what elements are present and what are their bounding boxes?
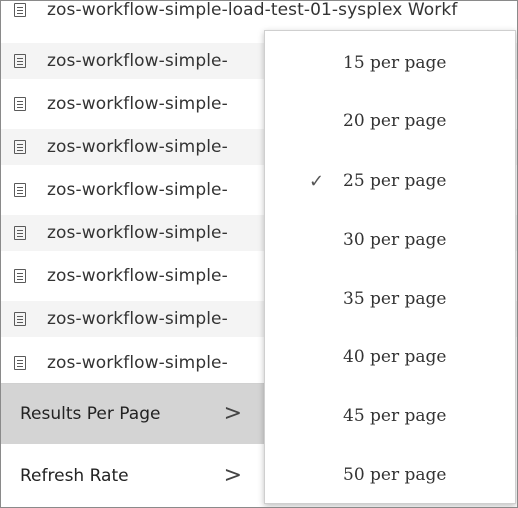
option-15-per-page[interactable]: 15 per page — [265, 43, 515, 83]
option-45-per-page[interactable]: 45 per page — [265, 396, 515, 436]
list-document-icon — [14, 269, 26, 283]
results-per-page-dropdown: 15 per page 20 per page ✓ 25 per page 30… — [264, 30, 516, 504]
option-label: 25 per page — [343, 171, 447, 191]
workflow-name[interactable]: zos-workflow-simple- — [47, 223, 228, 243]
option-40-per-page[interactable]: 40 per page — [265, 337, 515, 377]
list-document-icon — [14, 226, 26, 240]
list-document-icon — [14, 312, 26, 326]
option-35-per-page[interactable]: 35 per page — [265, 279, 515, 319]
workflow-name[interactable]: zos-workflow-simple- — [47, 353, 228, 373]
list-document-icon — [14, 183, 26, 197]
option-50-per-page[interactable]: 50 per page — [265, 455, 515, 495]
option-label: 15 per page — [343, 53, 447, 73]
settings-submenu: Results Per Page > Refresh Rate > — [1, 383, 264, 507]
option-label: 45 per page — [343, 406, 447, 426]
menu-item-label: Results Per Page — [20, 404, 161, 424]
list-document-icon — [14, 140, 26, 154]
option-20-per-page[interactable]: 20 per page — [265, 101, 515, 141]
workflow-name[interactable]: zos-workflow-simple- — [47, 266, 228, 286]
table-row[interactable]: zos-workflow-simple-load-test-01-sysplex… — [1, 1, 517, 28]
workflow-name[interactable]: zos-workflow-simple- — [47, 180, 228, 200]
option-30-per-page[interactable]: 30 per page — [265, 220, 515, 260]
option-label: 35 per page — [343, 289, 447, 309]
option-label: 50 per page — [343, 465, 447, 485]
list-document-icon — [14, 356, 26, 370]
option-25-per-page[interactable]: ✓ 25 per page — [265, 161, 515, 201]
option-label: 30 per page — [343, 230, 447, 250]
checkmark-icon: ✓ — [309, 170, 325, 192]
menu-item-label: Refresh Rate — [20, 466, 129, 486]
workflow-name[interactable]: zos-workflow-simple-load-test-01-sysplex… — [47, 1, 457, 20]
list-document-icon — [14, 3, 26, 17]
option-label: 40 per page — [343, 347, 447, 367]
chevron-right-icon: > — [223, 463, 242, 488]
workflow-name[interactable]: zos-workflow-simple- — [47, 137, 228, 157]
workflow-table-window: zos-workflow-simple-load-test-01-sysplex… — [0, 0, 518, 508]
results-per-page-menu-item[interactable]: Results Per Page > — [1, 384, 264, 444]
workflow-name[interactable]: zos-workflow-simple- — [47, 94, 228, 114]
refresh-rate-menu-item[interactable]: Refresh Rate > — [1, 446, 264, 506]
workflow-name[interactable]: zos-workflow-simple- — [47, 51, 228, 71]
list-document-icon — [14, 97, 26, 111]
chevron-right-icon: > — [223, 401, 242, 426]
option-label: 20 per page — [343, 111, 447, 131]
list-document-icon — [14, 54, 26, 68]
workflow-name[interactable]: zos-workflow-simple- — [47, 309, 228, 329]
